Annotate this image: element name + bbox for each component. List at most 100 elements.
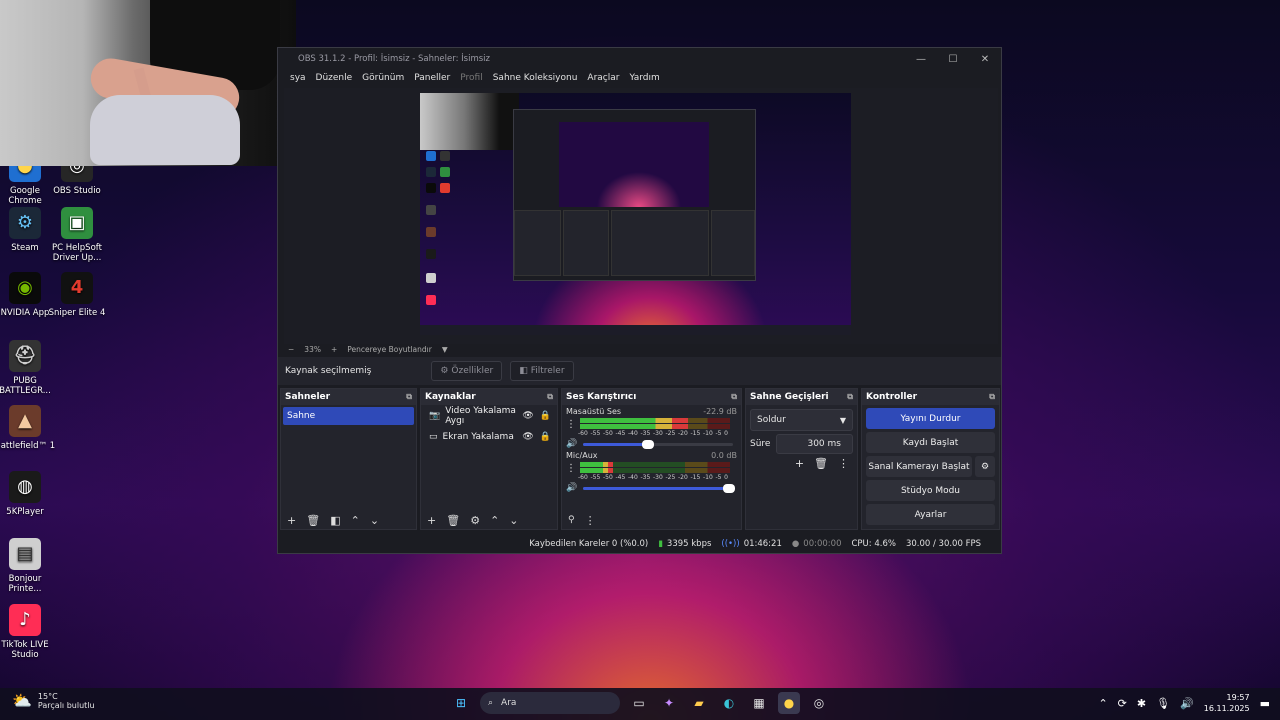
volume-icon[interactable]: 🔊 <box>1180 697 1194 710</box>
volume-knob[interactable] <box>723 483 736 493</box>
microphone-icon[interactable]: 🎙 <box>1156 697 1170 710</box>
trash-icon[interactable]: 🗑 <box>446 514 460 527</box>
eye-icon[interactable]: 👁 <box>522 432 533 442</box>
gear-icon[interactable]: ⚙ <box>975 456 995 477</box>
search-icon: ⌕ <box>488 698 494 708</box>
undock-icon[interactable]: ⧉ <box>547 392 553 402</box>
obs-titlebar[interactable]: OBS 31.1.2 - Profil: İsimsiz - Sahneler:… <box>278 48 1001 70</box>
menu-item[interactable]: Görünüm <box>362 73 404 83</box>
undock-icon[interactable]: ⧉ <box>406 392 412 402</box>
menu-item[interactable]: Yardım <box>629 73 659 83</box>
speaker-icon[interactable]: 🔊 <box>566 439 577 449</box>
volume-slider[interactable] <box>583 483 736 493</box>
mixer-header: Ses Karıştırıcı ⧉ <box>562 389 741 405</box>
chevron-down-icon[interactable]: ⌄ <box>370 514 379 527</box>
desktop-icon[interactable]: 4 Sniper Elite 4 <box>45 272 109 318</box>
scale-tick: -55 <box>590 430 601 437</box>
add-source-icon[interactable]: + <box>427 514 436 527</box>
filter-icon[interactable]: ◧ <box>330 514 340 527</box>
zoom-in-button[interactable]: + <box>331 345 337 354</box>
taskbar-apps: ⊞ ⌕ Ara ▭ ✦ ▰ ◐ ▦ ● ◎ <box>450 692 830 714</box>
filters-button[interactable]: ◧ Filtreler <box>510 361 574 381</box>
undock-icon[interactable]: ⧉ <box>731 392 737 402</box>
file-explorer-icon[interactable]: ▰ <box>688 692 710 714</box>
trash-icon[interactable]: 🗑 <box>306 514 320 527</box>
maximize-button[interactable]: ☐ <box>937 54 969 65</box>
app-icon: ▲ <box>9 405 41 437</box>
gear-icon[interactable]: ⚙ <box>470 514 480 527</box>
stop-stream-button[interactable]: Yayını Durdur <box>866 408 995 429</box>
volume-slider[interactable] <box>583 439 734 449</box>
preview-desktop-icon <box>426 151 436 161</box>
add-icon[interactable]: + <box>795 457 804 470</box>
scenes-toolbar: + 🗑 ◧ ⌃ ⌄ <box>281 511 416 529</box>
add-scene-icon[interactable]: + <box>287 514 296 527</box>
level-meter <box>580 462 730 467</box>
edge-icon[interactable]: ◐ <box>718 692 740 714</box>
copilot-icon[interactable]: ✦ <box>658 692 680 714</box>
notification-icon[interactable]: ▬ <box>1260 697 1270 710</box>
chrome-icon[interactable]: ● <box>778 692 800 714</box>
start-recording-button[interactable]: Kaydı Başlat <box>866 432 995 453</box>
windows-start-icon[interactable]: ⊞ <box>450 692 472 714</box>
duration-input[interactable]: 300 ms <box>776 434 853 454</box>
source-item[interactable]: 📷 Video Yakalama Aygı 👁 🔒 <box>421 405 557 426</box>
speaker-icon[interactable]: 🔊 <box>566 483 577 493</box>
desktop-icon[interactable]: ♪ TikTok LIVE Studio <box>0 604 57 660</box>
weather-widget[interactable]: ⛅ 15°C Parçalı bulutlu <box>12 691 95 710</box>
chevron-up-icon[interactable]: ⌃ <box>351 514 360 527</box>
sources-dock: Kaynaklar ⧉ 📷 Video Yakalama Aygı 👁 🔒 ▭ E… <box>420 388 558 530</box>
obs-icon[interactable]: ◎ <box>808 692 830 714</box>
chevron-down-icon[interactable]: ⌄ <box>509 514 518 527</box>
fit-to-window-label[interactable]: Pencereye Boyutlandır <box>347 345 432 354</box>
task-view-icon[interactable]: ▭ <box>628 692 650 714</box>
more-options-icon[interactable]: ⋮ <box>566 419 576 430</box>
volume-knob[interactable] <box>642 439 655 449</box>
eye-icon[interactable]: 👁 <box>522 411 533 421</box>
cpu-usage: CPU: 4.6% <box>851 539 896 549</box>
mixer-track: Mic/Aux 0.0 dB ⋮ -60 -55 -50 -45 -40 -35 -30 -25 -2… <box>562 449 741 493</box>
menu-item[interactable]: Profil <box>460 73 482 83</box>
trash-icon[interactable]: 🗑 <box>814 457 828 470</box>
preview-desktop-icon <box>426 227 436 237</box>
clock[interactable]: 19:57 16.11.2025 <box>1204 692 1250 714</box>
store-icon[interactable]: ▦ <box>748 692 770 714</box>
transition-select[interactable]: Soldur ▼ <box>750 409 853 431</box>
chevron-up-icon[interactable]: ⌃ <box>1098 697 1107 710</box>
more-options-icon[interactable]: ⋮ <box>566 463 576 474</box>
close-button[interactable]: ✕ <box>969 54 1001 65</box>
desktop-icon[interactable]: ▣ PC HelpSoft Driver Up... <box>45 207 109 263</box>
lock-icon[interactable]: 🔒 <box>540 411 551 421</box>
properties-button[interactable]: ⚙ Özellikler <box>431 361 503 381</box>
scene-item[interactable]: Sahne <box>283 407 414 425</box>
link-icon[interactable]: ⚲ <box>568 515 575 525</box>
duration-value: 300 ms <box>807 439 841 449</box>
chevron-down-icon[interactable]: ▼ <box>442 345 448 354</box>
desktop-icon[interactable]: ⛑ PUBG BATTLEGR... <box>0 340 57 396</box>
desktop-icon[interactable]: ▲ Battlefield™ 1 <box>0 405 57 451</box>
more-options-icon[interactable]: ⋮ <box>585 514 596 527</box>
minimize-button[interactable]: — <box>905 54 937 65</box>
preview-canvas[interactable] <box>420 93 851 335</box>
search-box[interactable]: ⌕ Ara <box>480 692 620 714</box>
lock-icon[interactable]: 🔒 <box>540 432 551 442</box>
sync-icon[interactable]: ⟳ <box>1118 697 1127 710</box>
start-virtual-camera-button[interactable]: Sanal Kamerayı Başlat <box>866 456 972 477</box>
settings-button[interactable]: Ayarlar <box>866 504 995 525</box>
menu-item[interactable]: Sahne Koleksiyonu <box>493 73 578 83</box>
undock-icon[interactable]: ⧉ <box>989 392 995 402</box>
undock-icon[interactable]: ⧉ <box>847 392 853 402</box>
source-item[interactable]: ▭ Ekran Yakalama 👁 🔒 <box>421 426 557 447</box>
menu-item[interactable]: Paneller <box>414 73 450 83</box>
desktop-icon[interactable]: ◍ 5KPlayer <box>0 471 57 517</box>
bluetooth-off-icon[interactable]: ✱ <box>1137 697 1146 710</box>
zoom-out-button[interactable]: − <box>288 345 294 354</box>
menu-item[interactable]: sya <box>290 73 306 83</box>
desktop-icon[interactable]: ▤ Bonjour Printe... <box>0 538 57 594</box>
menu-item[interactable]: Araçlar <box>587 73 619 83</box>
studio-mode-button[interactable]: Stüdyo Modu <box>866 480 995 501</box>
chevron-up-icon[interactable]: ⌃ <box>490 514 499 527</box>
more-options-icon[interactable]: ⋮ <box>838 457 849 470</box>
preview-area[interactable] <box>284 88 998 344</box>
menu-item[interactable]: Düzenle <box>316 73 353 83</box>
